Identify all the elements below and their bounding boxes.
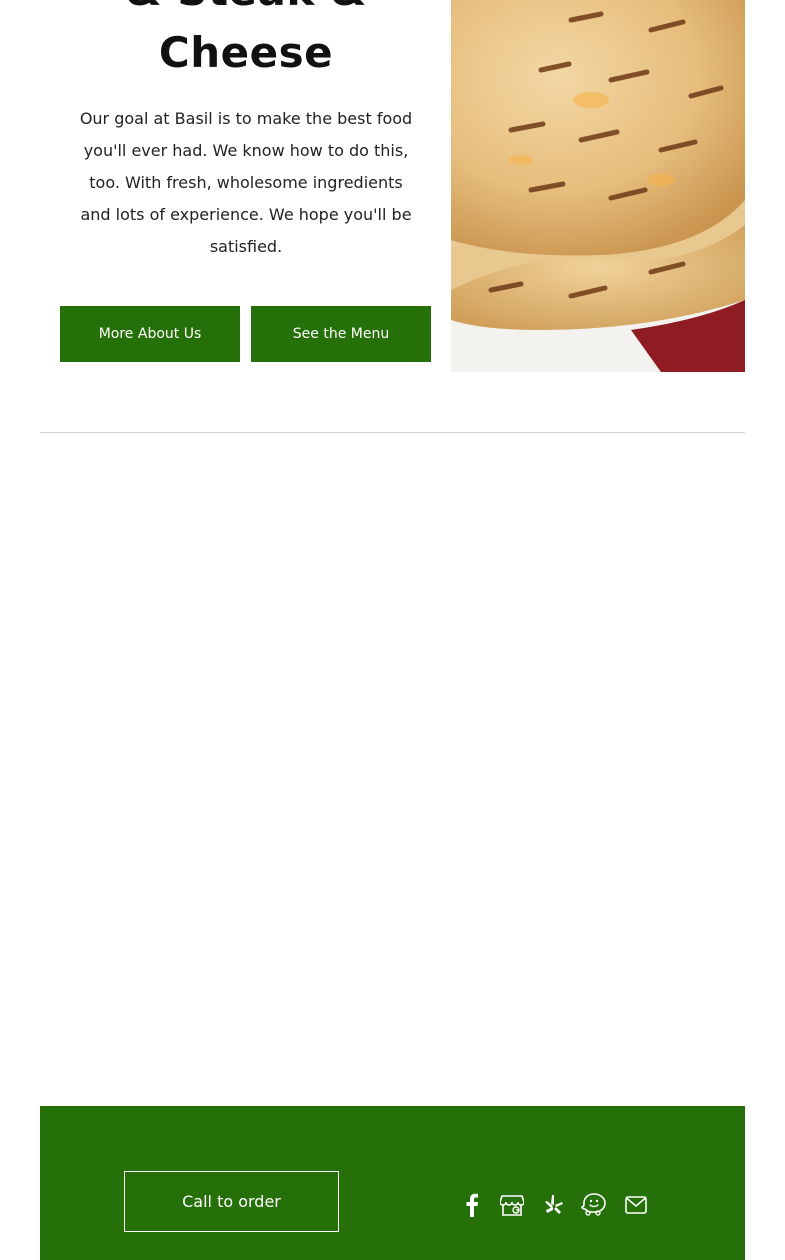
hero-description: Our goal at Basil is to make the best fo… <box>79 109 413 256</box>
hero-title: & Steak & Cheese <box>60 0 432 84</box>
food-photo <box>451 0 745 372</box>
facebook-icon[interactable] <box>459 1192 485 1218</box>
hero-title-line-1: & Steak & <box>60 0 432 22</box>
footer: Call to order <box>40 1106 745 1260</box>
google-business-icon[interactable] <box>499 1192 525 1218</box>
hero-title-line-2: Cheese <box>158 28 334 77</box>
yelp-icon[interactable] <box>541 1192 567 1218</box>
see-the-menu-button[interactable]: See the Menu <box>251 306 431 362</box>
waze-icon[interactable] <box>581 1192 607 1218</box>
section-divider <box>40 432 745 433</box>
call-to-order-button[interactable]: Call to order <box>124 1171 339 1232</box>
more-about-us-button[interactable]: More About Us <box>60 306 240 362</box>
email-icon[interactable] <box>623 1192 649 1218</box>
